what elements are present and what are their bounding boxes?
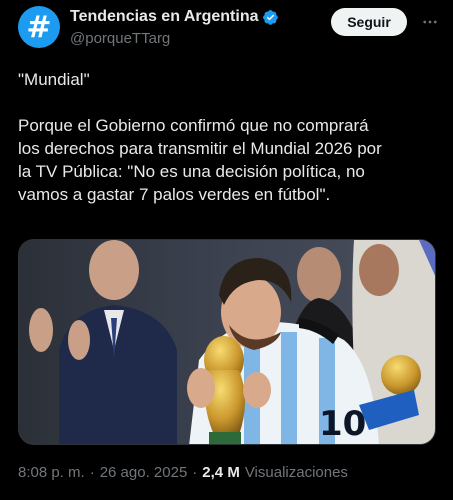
verified-badge-icon <box>263 9 279 25</box>
avatar[interactable]: # <box>18 6 60 48</box>
views-label[interactable]: Visualizaciones <box>245 464 348 481</box>
account-info[interactable]: Tendencias en Argentina @porqueTTarg <box>70 8 279 47</box>
follow-button[interactable]: Seguir <box>331 8 407 36</box>
views-count[interactable]: 2,4 M <box>202 464 240 481</box>
display-name[interactable]: Tendencias en Argentina <box>70 8 258 26</box>
jersey-number: 10 <box>319 404 366 444</box>
handle[interactable]: @porqueTTarg <box>70 30 279 47</box>
more-dots-icon <box>423 20 437 24</box>
tweet-header: # Tendencias en Argentina @porqueTTarg S… <box>18 6 438 54</box>
tweet-line: la TV Pública: "No es una decisión polít… <box>18 162 365 181</box>
display-name-row[interactable]: Tendencias en Argentina <box>70 8 279 26</box>
tweet-line: vamos a gastar 7 palos verdes en fútbol"… <box>18 185 331 204</box>
meta-separator: · <box>192 464 198 481</box>
more-icon[interactable] <box>420 12 440 32</box>
tweet-meta: 8:08 p. m. · 26 ago. 2025 · 2,4 M Visual… <box>18 464 348 481</box>
tweet-line: Porque el Gobierno confirmó que no compr… <box>18 116 369 135</box>
tweet-date[interactable]: 26 ago. 2025 <box>100 464 188 481</box>
tweet-text: "Mundial" Porque el Gobierno confirmó qu… <box>18 68 438 206</box>
meta-separator: · <box>89 464 95 481</box>
tweet-title: "Mundial" <box>18 70 90 89</box>
tweet-time[interactable]: 8:08 p. m. <box>18 464 85 481</box>
photo-illustration: 10 <box>19 240 435 444</box>
tweet-photo[interactable]: 10 <box>18 239 436 445</box>
tweet-line: los derechos para transmitir el Mundial … <box>18 139 382 158</box>
